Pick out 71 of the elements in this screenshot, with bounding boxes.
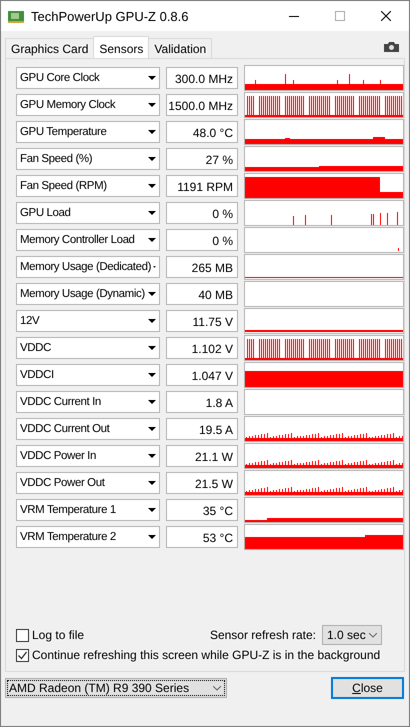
sensor-value: 0 % [166, 202, 238, 224]
sensor-dropdown[interactable]: Memory Usage (Dedicated) [16, 256, 160, 278]
sensor-value: 19.5 A [166, 418, 238, 440]
caret-icon [148, 400, 156, 404]
sensor-dropdown[interactable]: VRM Temperature 1 [16, 498, 160, 520]
tab[interactable]: Sensors [93, 36, 150, 58]
caret-icon [148, 426, 156, 430]
sensor-dropdown[interactable]: Fan Speed (RPM) [16, 174, 160, 196]
caret-icon [148, 102, 156, 106]
sensor-dropdown[interactable]: 12V [16, 310, 160, 332]
caret-icon [148, 534, 156, 538]
sensor-value: 11.75 V [166, 310, 238, 332]
sensor-value: 1191 RPM [166, 174, 238, 196]
sensor-dropdown[interactable]: GPU Temperature [16, 120, 160, 142]
caret-icon [148, 238, 156, 242]
caret-icon [148, 454, 156, 458]
gpu-dropdown[interactable]: AMD Radeon (TM) R9 390 Series [5, 678, 227, 698]
sensor-value: 40 MB [166, 282, 238, 304]
sensor-dropdown[interactable]: GPU Core Clock [16, 66, 160, 88]
caret-icon [148, 318, 156, 322]
caret-icon [148, 508, 156, 512]
checkbox[interactable] [16, 628, 29, 642]
checkbox-label: Log to file [32, 628, 84, 642]
window-title: TechPowerUp GPU-Z 0.8.6 [31, 8, 190, 24]
caret-icon [153, 264, 156, 268]
sensor-value: 21.5 W [166, 472, 238, 494]
graphics-card-icon [8, 10, 24, 22]
sensor-value: 1.102 V [166, 336, 238, 358]
sensor-value: 1500.0 MHz [166, 94, 238, 116]
sensor-dropdown[interactable]: GPU Load [16, 202, 160, 224]
caret-icon [148, 210, 156, 214]
checkbox-label: Continue refreshing this screen while GPU-Z is in the background [32, 648, 380, 662]
refresh-rate-dropdown[interactable]: 1.0 sec [322, 625, 382, 645]
caret-icon [148, 76, 156, 80]
chevron-icon [213, 686, 221, 690]
sensor-dropdown[interactable]: Memory Controller Load [16, 228, 160, 250]
refresh-rate-label: Sensor refresh rate: [210, 628, 316, 642]
sensor-dropdown[interactable]: VDDC Power Out [16, 472, 160, 494]
tab[interactable]: Validation [148, 38, 212, 58]
sensor-dropdown[interactable]: GPU Memory Clock [16, 94, 160, 116]
caret-icon [148, 184, 156, 188]
sensor-dropdown[interactable]: VDDC Current In [16, 390, 160, 412]
chevron-icon [369, 632, 377, 638]
sensor-value: 21.1 W [166, 444, 238, 466]
sensor-dropdown[interactable]: VDDCI [16, 364, 160, 386]
close-icon[interactable] [381, 11, 391, 21]
sensor-value: 48.0 °C [166, 120, 238, 142]
caret-icon [148, 480, 156, 484]
sensor-value: 300.0 MHz [166, 66, 238, 88]
sensor-dropdown[interactable]: VDDC Power In [16, 444, 160, 466]
tab[interactable]: Graphics Card [5, 38, 94, 58]
sensor-value: 35 °C [166, 498, 238, 520]
caret-icon [148, 346, 156, 350]
close-dialog-button[interactable]: Close [331, 677, 404, 699]
camera-icon[interactable] [384, 42, 399, 52]
sensor-value: 53 °C [166, 526, 238, 548]
checkbox[interactable] [16, 648, 29, 662]
sensor-dropdown[interactable]: Fan Speed (%) [16, 148, 160, 170]
caret-icon [148, 130, 156, 134]
sensor-value: 0 % [166, 228, 238, 250]
sensor-dropdown[interactable]: VDDC [16, 336, 160, 358]
sensor-value: 27 % [166, 148, 238, 170]
sensor-value: 265 MB [166, 256, 238, 278]
sensor-dropdown[interactable]: VRM Temperature 2 [16, 526, 160, 548]
caret-icon [148, 156, 156, 160]
caret-icon [148, 372, 156, 376]
sensor-value: 1.047 V [166, 364, 238, 386]
sensor-dropdown[interactable]: Memory Usage (Dynamic) [16, 282, 160, 304]
sensor-value: 1.8 A [166, 390, 238, 412]
caret-icon [148, 292, 156, 296]
sensor-dropdown[interactable]: VDDC Current Out [16, 418, 160, 440]
